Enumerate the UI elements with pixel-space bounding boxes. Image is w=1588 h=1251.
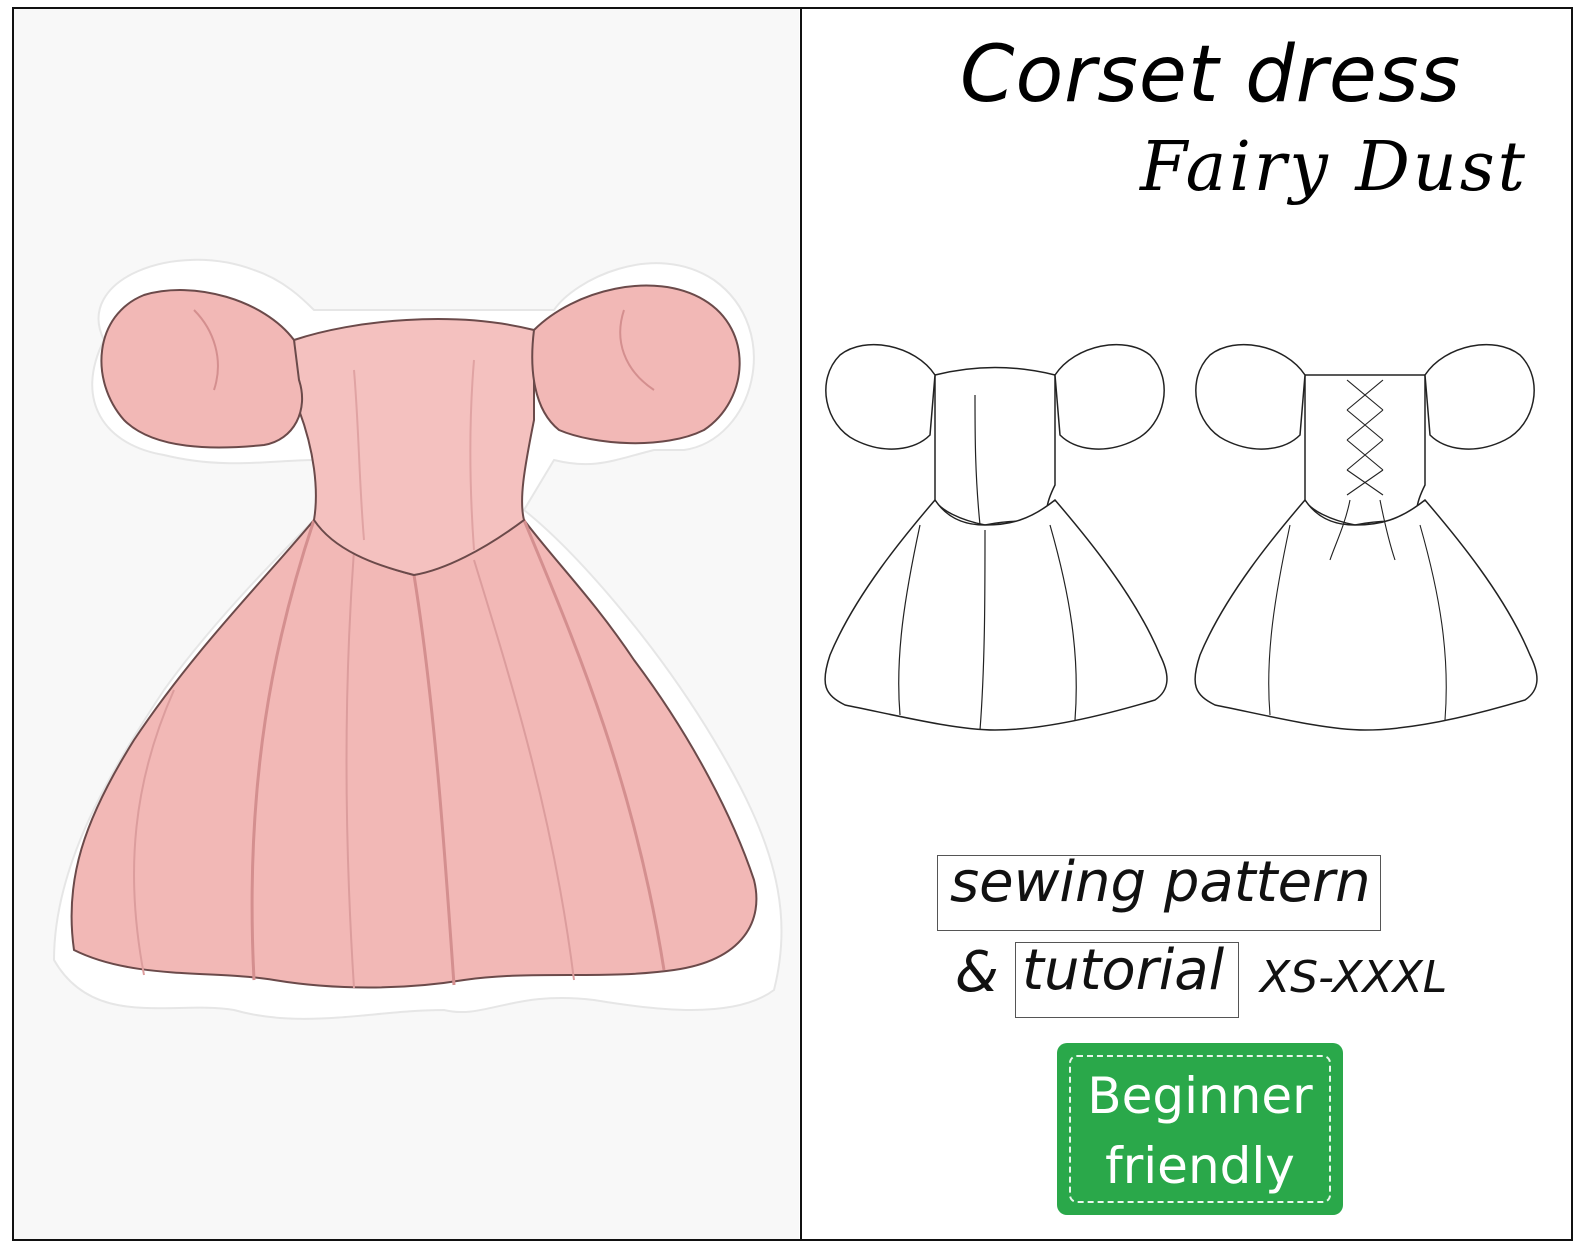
ampersand-label: & [955, 940, 999, 1005]
dress-front-flat-drawing [824, 343, 1168, 731]
tutorial-label: tutorial [1022, 938, 1225, 1003]
dress-back-flat-drawing [1194, 343, 1538, 731]
badge-text: Beginner friendly [1057, 1061, 1343, 1201]
beginner-friendly-badge: Beginner friendly [1057, 1043, 1343, 1215]
pink-dress-illustration [52, 258, 783, 1020]
badge-line-2: friendly [1105, 1137, 1295, 1195]
sewing-pattern-label: sewing pattern [950, 850, 1371, 915]
pattern-title: Corset dress [960, 30, 1462, 120]
badge-line-1: Beginner [1087, 1067, 1313, 1125]
pattern-subtitle: Fairy Dust [1140, 128, 1528, 207]
size-range-label: XS-XXXL [1260, 952, 1448, 1003]
